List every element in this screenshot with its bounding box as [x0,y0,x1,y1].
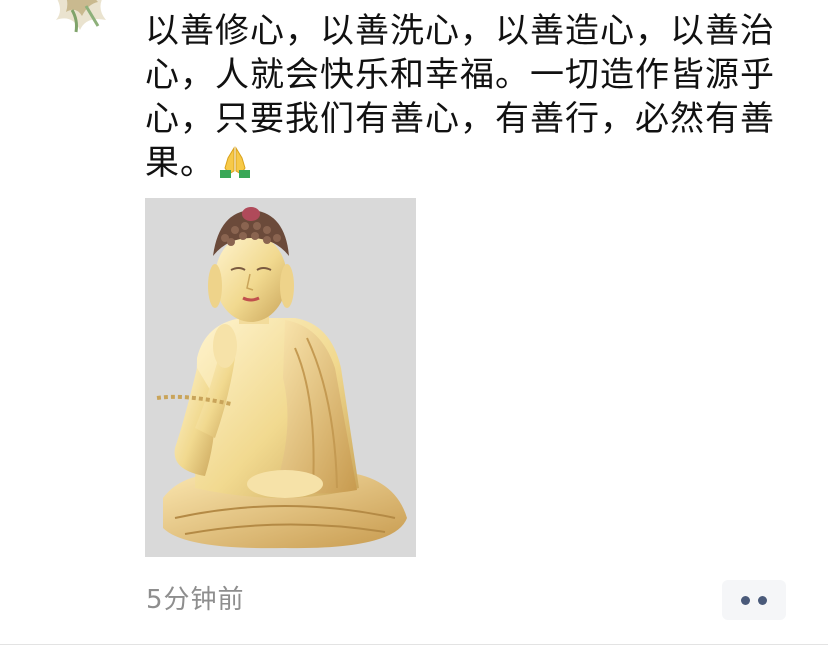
post-image[interactable] [145,198,416,557]
divider [0,644,828,645]
avatar[interactable] [46,0,116,36]
post-text: 以善修心，以善洗心，以善造心，以善治心，人就会快乐和幸福。一切造作皆源乎心，只要… [145,9,785,185]
folded-hands-icon [217,144,253,180]
post-timestamp: 5分钟前 [146,585,245,615]
more-actions-button[interactable] [722,580,786,620]
more-dots-icon [758,595,767,605]
more-dots-icon [741,595,750,605]
